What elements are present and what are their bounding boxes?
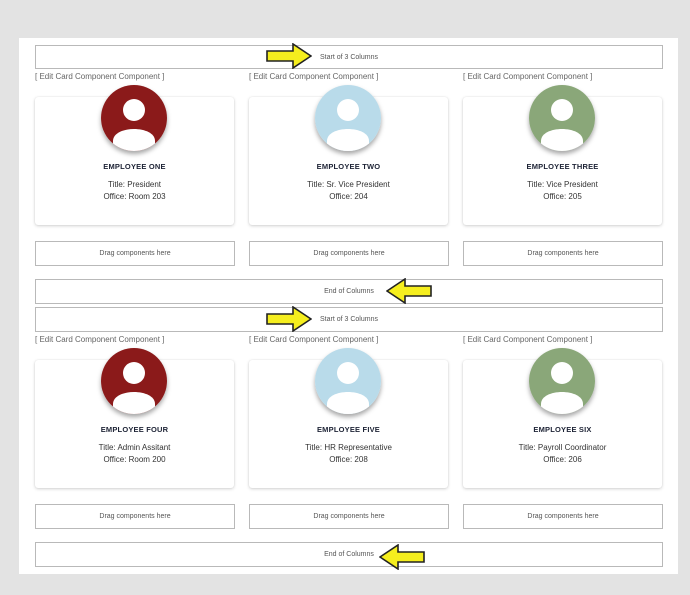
person-icon [101, 85, 167, 151]
end-columns-label: End of Columns [324, 551, 374, 558]
employee-office: Office: 205 [543, 192, 582, 201]
employee-office: Office: Room 203 [103, 192, 166, 201]
person-icon [529, 85, 595, 151]
arrow-right-icon [266, 306, 312, 332]
edit-card-link[interactable]: [ Edit Card Component Component ] [35, 72, 164, 81]
employee-card[interactable]: EMPLOYEE SIX Title: Payroll Coordinator … [463, 348, 662, 488]
employee-name: EMPLOYEE SIX [533, 425, 592, 434]
arrow-left-icon [379, 544, 425, 570]
end-columns-label: End of Columns [324, 288, 374, 295]
drag-drop-zone[interactable]: Drag components here [249, 241, 449, 266]
edit-card-link[interactable]: [ Edit Card Component Component ] [463, 335, 592, 344]
edit-card-link[interactable]: [ Edit Card Component Component ] [249, 72, 378, 81]
drag-zone-label: Drag components here [527, 513, 599, 520]
employee-card[interactable]: EMPLOYEE FIVE Title: HR Representative O… [249, 348, 448, 488]
employee-title: Title: HR Representative [305, 443, 392, 452]
employee-name: EMPLOYEE FOUR [100, 425, 169, 434]
drag-drop-zone[interactable]: Drag components here [463, 504, 663, 529]
employee-card[interactable]: EMPLOYEE ONE Title: President Office: Ro… [35, 85, 234, 225]
employee-office: Office: Room 200 [103, 455, 166, 464]
edit-card-link[interactable]: [ Edit Card Component Component ] [35, 335, 164, 344]
end-columns-bar-2[interactable]: End of Columns [35, 542, 663, 567]
employee-name: EMPLOYEE THREE [526, 162, 599, 171]
employee-title: Title: Sr. Vice President [307, 180, 390, 189]
employee-title: Title: Vice President [527, 180, 598, 189]
drag-drop-zone[interactable]: Drag components here [35, 504, 235, 529]
employee-name: EMPLOYEE ONE [103, 162, 166, 171]
drag-zone-label: Drag components here [313, 513, 385, 520]
person-icon [315, 85, 381, 151]
employee-name: EMPLOYEE FIVE [316, 425, 381, 434]
end-columns-bar-1[interactable]: End of Columns [35, 279, 663, 304]
employee-title: Title: Payroll Coordinator [518, 443, 607, 452]
drag-zone-label: Drag components here [99, 250, 171, 257]
employee-card[interactable]: EMPLOYEE THREE Title: Vice President Off… [463, 85, 662, 225]
employee-office: Office: 208 [329, 455, 368, 464]
employee-title: Title: President [107, 180, 162, 189]
drag-zone-label: Drag components here [313, 250, 385, 257]
page-canvas: Start of 3 Columns [ Edit Card Component… [19, 38, 678, 574]
employee-title: Title: Admin Assitant [98, 443, 171, 452]
drag-zone-label: Drag components here [527, 250, 599, 257]
edit-card-link[interactable]: [ Edit Card Component Component ] [463, 72, 592, 81]
person-icon [101, 348, 167, 414]
arrow-left-icon [386, 278, 432, 304]
start-columns-label: Start of 3 Columns [320, 316, 378, 323]
employee-name: EMPLOYEE TWO [316, 162, 381, 171]
employee-card[interactable]: EMPLOYEE TWO Title: Sr. Vice President O… [249, 85, 448, 225]
person-icon [315, 348, 381, 414]
person-icon [529, 348, 595, 414]
arrow-right-icon [266, 43, 312, 69]
drag-drop-zone[interactable]: Drag components here [35, 241, 235, 266]
start-columns-bar-2[interactable]: Start of 3 Columns [35, 307, 663, 332]
employee-card[interactable]: EMPLOYEE FOUR Title: Admin Assitant Offi… [35, 348, 234, 488]
start-columns-label: Start of 3 Columns [320, 53, 378, 61]
edit-card-link[interactable]: [ Edit Card Component Component ] [249, 335, 378, 344]
employee-office: Office: 206 [543, 455, 582, 464]
drag-drop-zone[interactable]: Drag components here [249, 504, 449, 529]
drag-drop-zone[interactable]: Drag components here [463, 241, 663, 266]
employee-office: Office: 204 [329, 192, 368, 201]
start-columns-bar-1[interactable]: Start of 3 Columns [35, 45, 663, 69]
drag-zone-label: Drag components here [99, 513, 171, 520]
